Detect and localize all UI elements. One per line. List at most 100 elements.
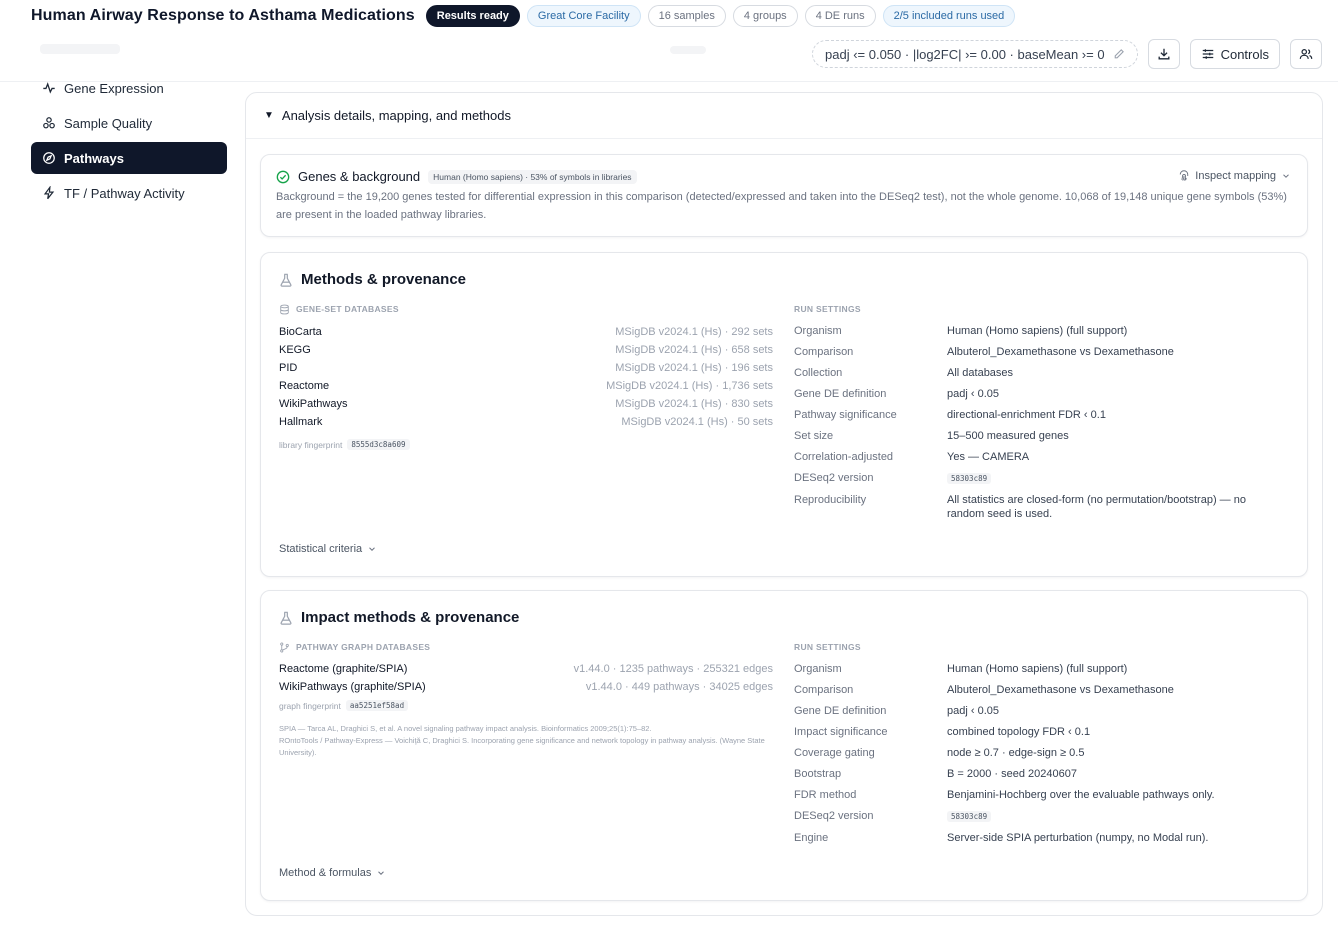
sidebar-item-sample-quality[interactable]: Sample Quality	[31, 107, 227, 139]
organism-coverage-badge: Human (Homo sapiens) · 53% of symbols in…	[428, 169, 637, 184]
compass-icon	[43, 152, 55, 164]
setting-row: Reproducibility All statistics are closed…	[794, 493, 1246, 520]
pathway-graph-databases-label: PATHWAY GRAPH DATABASES	[279, 640, 773, 654]
background-description: Background = the 19,200 genes tested for…	[276, 191, 1287, 221]
library-fingerprint: library fingerprint 8555d3c8a609	[279, 439, 773, 450]
run-settings-label: RUN SETTINGS	[794, 642, 861, 652]
database-row: WikiPathways (graphite/SPIA) v1.44.0 · 44…	[279, 681, 773, 693]
page-title: Human Airway Response to Asthama Medicat…	[31, 7, 415, 24]
sidebar-item-label: Sample Quality	[64, 115, 153, 131]
setting-row: Comparison Albuterol_Dexamethasone vs Dex…	[794, 683, 1174, 696]
impact-title-text: Impact methods & provenance	[301, 609, 520, 626]
database-row: PID MSigDB v2024.1 (Hs) · 196 sets	[279, 362, 773, 374]
chevron-down-icon	[369, 547, 375, 551]
database-row: Hallmark MSigDB v2024.1 (Hs) · 50 sets	[279, 416, 773, 428]
setting-row: Coverage gating node ≥ 0.7 · edge-sign ≥ …	[794, 746, 1085, 759]
sidebar-item-label: Gene Expression	[64, 80, 164, 96]
sliders-icon	[1202, 49, 1213, 59]
fingerprint-icon	[1180, 170, 1189, 181]
filter-summary-text: padj ‹= 0.050 · |log2FC| ›= 0.00 · baseM…	[825, 46, 1105, 62]
setting-row: Gene DE definition padj ‹ 0.05	[794, 387, 999, 400]
samples-chip[interactable]: 16 samples	[647, 5, 726, 27]
genes-background-title: Genes & background	[298, 169, 421, 184]
references: SPIA — Tarca AL, Draghici S, et al. A no…	[279, 723, 769, 759]
database-row: KEGG MSigDB v2024.1 (Hs) · 658 sets	[279, 344, 773, 356]
setting-row: Organism Human (Homo sapiens) (full suppo…	[794, 324, 1128, 337]
status-badge: Results ready	[425, 5, 520, 27]
statistical-criteria-toggle[interactable]: Statistical criteria	[279, 543, 377, 555]
impact-methods-card: Impact methods & provenance PATHWAY GRAP…	[260, 590, 1308, 901]
sidebar-item-label: TF / Pathway Activity	[64, 185, 185, 201]
setting-row: Comparison Albuterol_Dexamethasone vs Dex…	[794, 345, 1174, 358]
inspect-mapping-label: Inspect mapping	[1195, 170, 1276, 182]
download-button[interactable]	[1147, 39, 1180, 69]
chevron-down-icon	[378, 871, 385, 875]
methods-provenance-title: Methods & provenance	[279, 271, 466, 288]
sidebar-item-label: Pathways	[64, 150, 124, 166]
flask-icon	[280, 611, 292, 625]
methods-title-text: Methods & provenance	[301, 271, 467, 288]
gene-set-databases-label: GENE-SET DATABASES	[279, 302, 773, 316]
facility-chip[interactable]: Great Core Facility	[526, 5, 641, 27]
analysis-details-toggle[interactable]: ▼ Analysis details, mapping, and methods	[246, 93, 1322, 139]
flask-icon	[280, 273, 292, 287]
download-icon	[1158, 48, 1170, 60]
database-row: WikiPathways MSigDB v2024.1 (Hs) · 830 se…	[279, 398, 773, 410]
users-icon	[1299, 49, 1313, 59]
check-circle-icon	[276, 170, 290, 183]
setting-row: Set size 15–500 measured genes	[794, 429, 1069, 442]
groups-chip[interactable]: 4 groups	[732, 5, 798, 27]
setting-row: Bootstrap B = 2000 · seed 20240607	[794, 767, 1077, 780]
sidebar: Gene Expression Sample Quality Pathways …	[31, 72, 227, 212]
activity-icon	[43, 82, 55, 94]
filter-summary-pill[interactable]: padj ‹= 0.050 · |log2FC| ›= 0.00 · baseM…	[812, 40, 1138, 68]
analysis-details-label: Analysis details, mapping, and methods	[281, 108, 511, 123]
setting-row: Pathway significance directional-enrichme…	[794, 408, 1106, 421]
setting-row: DESeq2 version 58303c89	[794, 467, 1294, 489]
method-formulas-toggle[interactable]: Method & formulas	[279, 867, 386, 879]
controls-label: Controls	[1220, 46, 1269, 62]
faded-breadcrumb	[40, 44, 120, 54]
methods-provenance-card: Methods & provenance GENE-SET DATABASES …	[260, 252, 1308, 577]
de-runs-chip[interactable]: 4 DE runs	[804, 5, 876, 27]
setting-row: Collection All databases	[794, 366, 1014, 379]
graph-fingerprint: graph fingerprint aa5251ef58ad	[279, 700, 773, 711]
sidebar-item-pathways[interactable]: Pathways	[31, 142, 227, 174]
impact-run-settings-section: RUN SETTINGS Organism Human (Homo sapiens…	[794, 640, 1294, 848]
setting-row: Correlation-adjusted Yes — CAMERA	[794, 450, 1030, 463]
chevron-down-icon	[1283, 174, 1289, 178]
analysis-details-panel: ▼ Analysis details, mapping, and methods…	[245, 92, 1323, 916]
run-settings-label: RUN SETTINGS	[794, 304, 861, 314]
setting-row: Engine Server-side SPIA perturbation (num…	[794, 831, 1209, 844]
runs-used-chip[interactable]: 2/5 included runs used	[882, 5, 1016, 27]
genes-background-card: Genes & background Human (Homo sapiens) …	[260, 154, 1308, 237]
gene-set-databases-section: GENE-SET DATABASES BioCarta MSigDB v2024.…	[279, 302, 773, 450]
controls-button[interactable]: Controls	[1189, 39, 1280, 69]
database-row: Reactome (graphite/SPIA) v1.44.0 · 1235 p…	[279, 663, 773, 675]
deseq2-version-code: 58303c89	[947, 810, 992, 822]
impact-methods-title: Impact methods & provenance	[279, 609, 519, 626]
reference-rontotools: ROntoTools / Pathway-Express — Voichiţă …	[279, 736, 765, 757]
database-row: BioCarta MSigDB v2024.1 (Hs) · 292 sets	[279, 326, 773, 338]
caret-down-icon: ▼	[264, 110, 274, 121]
graph-database-list: Reactome (graphite/SPIA) v1.44.0 · 1235 p…	[279, 660, 773, 696]
fingerprint-code: 8555d3c8a609	[347, 439, 410, 450]
fingerprint-code: aa5251ef58ad	[345, 700, 409, 711]
deseq2-version-code: 58303c89	[947, 472, 992, 484]
reference-spia: SPIA — Tarca AL, Draghici S, et al. A no…	[279, 724, 652, 733]
cluster-icon	[43, 117, 55, 129]
header-actions: padj ‹= 0.050 · |log2FC| ›= 0.00 · baseM…	[812, 39, 1322, 69]
pathway-graph-databases-section: PATHWAY GRAPH DATABASES Reactome (graphi…	[279, 640, 773, 759]
users-button[interactable]	[1290, 39, 1322, 69]
bolt-icon	[43, 186, 55, 200]
run-settings-section: RUN SETTINGS Organism Human (Homo sapiens…	[794, 302, 1294, 524]
title-row: Human Airway Response to Asthama Medicat…	[31, 4, 1016, 28]
setting-row: Organism Human (Homo sapiens) (full suppo…	[794, 662, 1128, 675]
inspect-mapping-button[interactable]: Inspect mapping	[1178, 170, 1291, 182]
database-icon	[280, 304, 289, 314]
faded-label	[670, 46, 706, 54]
sidebar-item-tf-pathway-activity[interactable]: TF / Pathway Activity	[31, 177, 227, 209]
pencil-icon	[1114, 49, 1124, 59]
database-list: BioCarta MSigDB v2024.1 (Hs) · 292 sets K…	[279, 323, 773, 431]
database-row: Reactome MSigDB v2024.1 (Hs) · 1,736 sets	[279, 380, 773, 392]
